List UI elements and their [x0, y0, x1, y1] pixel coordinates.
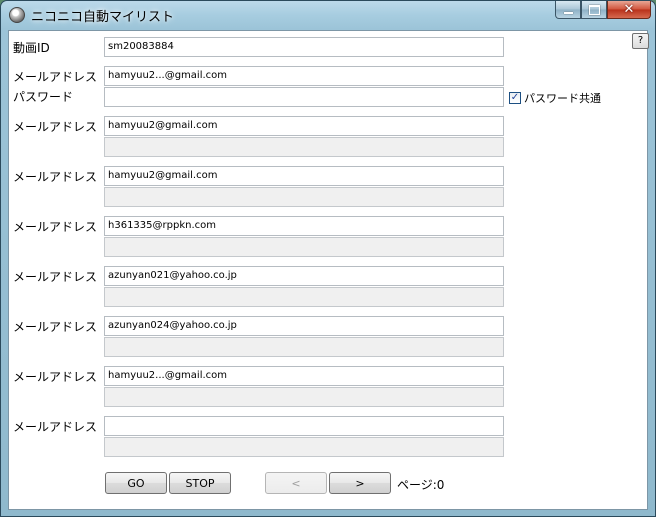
email-input-2[interactable]: hamyuu2@gmail.com: [104, 166, 504, 186]
email-input-5[interactable]: azunyan024@yahoo.co.jp: [104, 316, 504, 336]
email-label-2: メールアドレス: [13, 170, 98, 184]
password-shared-label: パスワード共通: [524, 92, 601, 105]
password-label: パスワード: [13, 90, 74, 104]
password-input-5[interactable]: [104, 337, 504, 357]
maximize-icon: [588, 4, 600, 15]
maximize-button[interactable]: [581, 1, 607, 19]
email-label-6: メールアドレス: [13, 370, 98, 384]
email-label-4: メールアドレス: [13, 270, 98, 284]
email-input-3[interactable]: h361335@rppkn.com: [104, 216, 504, 236]
page-indicator: ページ:0: [397, 478, 445, 492]
video-id-label: 動画ID: [13, 41, 50, 55]
title-bar[interactable]: ニコニコ自動マイリスト ✕: [1, 1, 655, 29]
main-email-label: メールアドレス: [13, 70, 98, 84]
email-label-1: メールアドレス: [13, 120, 98, 134]
password-input-3[interactable]: [104, 237, 504, 257]
minimize-button[interactable]: [555, 1, 581, 19]
window-controls: ✕: [555, 1, 651, 21]
main-email-input[interactable]: hamyuu2...@gmail.com: [104, 66, 504, 86]
email-input-1[interactable]: hamyuu2@gmail.com: [104, 116, 504, 136]
password-shared-checkbox[interactable]: ✓ パスワード共通: [509, 90, 601, 106]
minimize-icon: [563, 11, 573, 14]
close-icon: ✕: [623, 2, 635, 17]
window-title: ニコニコ自動マイリスト: [31, 10, 175, 25]
email-input-6[interactable]: hamyuu2...@gmail.com: [104, 366, 504, 386]
stop-button[interactable]: STOP: [169, 472, 231, 494]
email-label-3: メールアドレス: [13, 220, 98, 234]
password-input-4[interactable]: [104, 287, 504, 307]
main-password-input[interactable]: [104, 87, 504, 107]
go-button[interactable]: GO: [105, 472, 167, 494]
next-page-button[interactable]: >: [329, 472, 391, 494]
email-label-5: メールアドレス: [13, 320, 98, 334]
email-input-7[interactable]: [104, 416, 504, 436]
check-icon[interactable]: ✓: [509, 92, 521, 104]
help-button[interactable]: ?: [632, 33, 649, 49]
form-panel: 動画ID sm20083884 ? メールアドレス hamyuu2...@gma…: [8, 30, 649, 510]
niconico-icon: [9, 7, 25, 23]
password-input-2[interactable]: [104, 187, 504, 207]
email-input-4[interactable]: azunyan021@yahoo.co.jp: [104, 266, 504, 286]
close-button[interactable]: ✕: [607, 1, 651, 19]
video-id-input[interactable]: sm20083884: [104, 37, 504, 57]
email-label-7: メールアドレス: [13, 420, 98, 434]
password-input-1[interactable]: [104, 137, 504, 157]
app-window: ニコニコ自動マイリスト ✕ 動画ID sm20083884 ? メールアドレス …: [0, 0, 656, 517]
password-input-6[interactable]: [104, 387, 504, 407]
password-input-7[interactable]: [104, 437, 504, 457]
prev-page-button[interactable]: <: [265, 472, 327, 494]
